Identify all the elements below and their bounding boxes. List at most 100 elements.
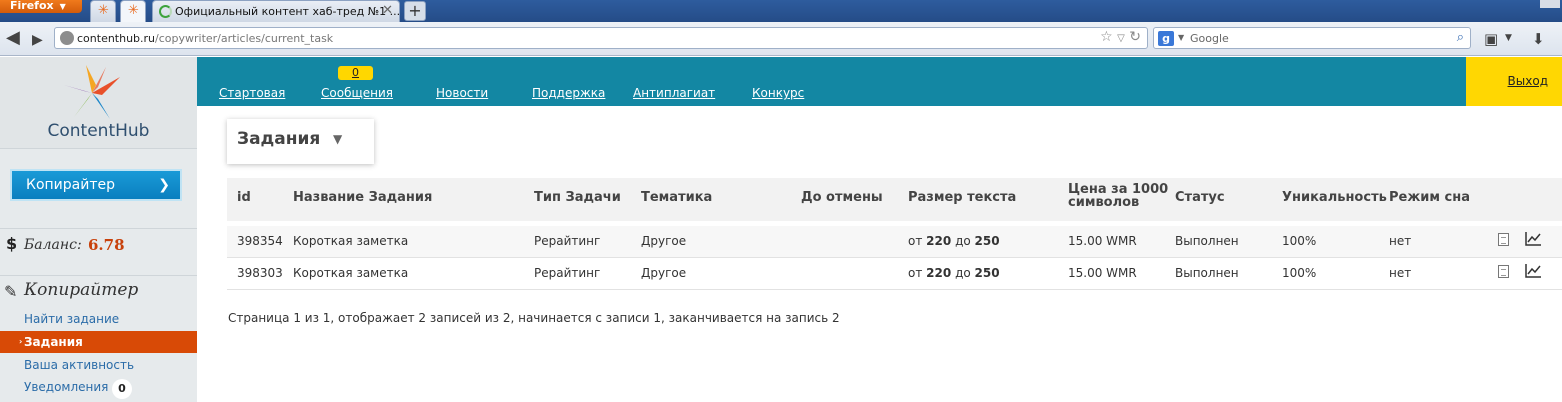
tasks-filter-dropdown[interactable]: Задания ▼ bbox=[227, 119, 374, 164]
nav-contest[interactable]: Конкурс bbox=[752, 86, 804, 100]
column-header-price-line2: символов bbox=[1068, 195, 1140, 210]
active-marker-icon: › bbox=[19, 337, 23, 346]
column-header-size[interactable]: Размер текста bbox=[908, 190, 1016, 205]
cell-size-min: 220 bbox=[926, 234, 952, 248]
bookmarks-menu-icon[interactable]: ▣ bbox=[1484, 30, 1498, 48]
sidebar: ContentHub Копирайтер ❯ $ Баланс: 6.78 ✎… bbox=[0, 57, 197, 402]
cell-type: Рерайтинг bbox=[534, 266, 601, 280]
column-header-type[interactable]: Тип Задачи bbox=[534, 190, 621, 205]
browser-tab-bar: Firefox ▼ ✳ ✳ Официальный контент хаб-тре… bbox=[0, 0, 1562, 22]
balance-label: Баланс: bbox=[24, 237, 82, 253]
cell-status: Выполнен bbox=[1175, 266, 1239, 280]
cell-size-max: 250 bbox=[974, 234, 1000, 248]
cell-size-to: до bbox=[955, 234, 971, 248]
table-row[interactable]: 398303 Короткая заметка Рерайтинг Другое… bbox=[227, 258, 1562, 290]
window-control[interactable] bbox=[1540, 0, 1560, 8]
cell-sleep: нет bbox=[1389, 234, 1412, 248]
cell-theme: Другое bbox=[641, 266, 687, 280]
chart-icon[interactable] bbox=[1525, 231, 1542, 246]
cell-size-from: от bbox=[908, 234, 923, 248]
page-title: Задания bbox=[237, 129, 321, 149]
column-header-price[interactable]: Цена за 1000 символов bbox=[1068, 183, 1168, 209]
document-icon[interactable] bbox=[1498, 265, 1509, 278]
pinned-tab-1[interactable]: ✳ bbox=[90, 0, 116, 22]
nav-messages[interactable]: Сообщения bbox=[321, 86, 393, 100]
nav-support[interactable]: Поддержка bbox=[532, 86, 605, 100]
search-placeholder: Google bbox=[1190, 32, 1229, 45]
cell-size: от 220 до 250 bbox=[908, 234, 1000, 248]
nav-antiplagiarism[interactable]: Антиплагиат bbox=[633, 86, 715, 100]
forward-arrow-icon[interactable]: ▶ bbox=[32, 30, 43, 50]
site-identity-icon bbox=[60, 31, 74, 45]
column-header-id[interactable]: id bbox=[237, 190, 251, 205]
pinned-tab-2[interactable]: ✳ bbox=[120, 0, 146, 22]
logo-area: ContentHub bbox=[0, 57, 197, 149]
column-header-uniqueness[interactable]: Уникальность bbox=[1282, 190, 1387, 205]
nav-news[interactable]: Новости bbox=[436, 86, 488, 100]
cell-price: 15.00 WMR bbox=[1068, 266, 1137, 280]
cell-sleep: нет bbox=[1389, 266, 1412, 280]
sidebar-item-tasks[interactable]: › Задания bbox=[0, 331, 197, 353]
column-header-theme[interactable]: Тематика bbox=[641, 190, 712, 205]
chart-icon[interactable] bbox=[1525, 263, 1542, 278]
cell-id: 398303 bbox=[237, 266, 283, 280]
url-bar-icons: ☆ ▽ ↻ bbox=[1100, 29, 1141, 45]
contenthub-favicon-icon: ✳ bbox=[128, 3, 139, 18]
cell-type: Рерайтинг bbox=[534, 234, 601, 248]
sidebar-item-activity[interactable]: Ваша активность bbox=[24, 358, 134, 372]
column-header-deadline[interactable]: До отмены bbox=[801, 190, 883, 205]
contenthub-favicon-icon: ✳ bbox=[98, 3, 109, 18]
back-arrow-icon[interactable]: ◀ bbox=[6, 28, 20, 48]
tab-close-icon[interactable]: ✕ bbox=[382, 3, 393, 18]
table-header: id Название Задания Тип Задачи Тематика … bbox=[227, 178, 1562, 221]
firefox-menu-button[interactable]: Firefox ▼ bbox=[0, 0, 82, 13]
section-title-text: Копирайтер bbox=[24, 280, 139, 300]
url-domain: contenthub.ru bbox=[77, 32, 156, 45]
reload-icon[interactable]: ↻ bbox=[1129, 29, 1141, 45]
cell-status: Выполнен bbox=[1175, 234, 1239, 248]
cell-name: Короткая заметка bbox=[293, 234, 409, 248]
balance: $ Баланс: 6.78 bbox=[0, 228, 197, 258]
bookmarks-dropdown-icon[interactable]: ▼ bbox=[1505, 33, 1512, 43]
bookmark-star-icon[interactable]: ☆ bbox=[1100, 29, 1113, 45]
cell-theme: Другое bbox=[641, 234, 687, 248]
search-bar[interactable]: g ▼ Google ⌕ bbox=[1153, 27, 1471, 49]
edit-icon: ✎ bbox=[4, 282, 18, 301]
search-icon[interactable]: ⌕ bbox=[1457, 30, 1464, 45]
cell-price: 15.00 WMR bbox=[1068, 234, 1137, 248]
downloads-icon[interactable]: ⬇ bbox=[1532, 30, 1545, 48]
pagination-info: Страница 1 из 1, отображает 2 записей из… bbox=[228, 311, 840, 325]
sidebar-item-find-task[interactable]: Найти задание bbox=[24, 312, 119, 326]
column-header-status[interactable]: Статус bbox=[1175, 190, 1225, 205]
url-path: /copywriter/articles/current_task bbox=[155, 32, 334, 45]
logout-link[interactable]: Выход bbox=[1508, 74, 1548, 88]
contenthub-logo-icon[interactable] bbox=[62, 63, 122, 121]
table-row[interactable]: 398354 Короткая заметка Рерайтинг Другое… bbox=[227, 226, 1562, 258]
chevron-down-icon: ❯ bbox=[158, 177, 170, 193]
exit-area: Выход bbox=[1466, 57, 1562, 106]
search-engine-dropdown-icon[interactable]: ▼ bbox=[1178, 33, 1184, 42]
loading-spinner-icon bbox=[159, 5, 172, 18]
cell-size-max: 250 bbox=[974, 266, 1000, 280]
cell-uniqueness: 100% bbox=[1282, 266, 1317, 280]
tab-title: Официальный контент хаб-тред №1 ... bbox=[175, 5, 401, 18]
top-navigation: Стартовая 0 Сообщения Новости Поддержка … bbox=[197, 57, 1466, 106]
messages-badge[interactable]: 0 bbox=[338, 66, 373, 80]
document-icon[interactable] bbox=[1498, 233, 1509, 246]
history-dropdown-icon[interactable]: ▽ bbox=[1117, 33, 1125, 44]
address-bar[interactable]: contenthub.ru/copywriter/articles/curren… bbox=[54, 27, 1148, 49]
sidebar-item-tasks-label: Задания bbox=[24, 335, 83, 349]
browser-tab[interactable]: Официальный контент хаб-тред №1 ... ✕ bbox=[152, 0, 400, 22]
cell-size-to: до bbox=[955, 266, 971, 280]
notifications-badge: 0 bbox=[112, 379, 132, 399]
new-tab-button[interactable]: + bbox=[404, 1, 426, 21]
sidebar-item-notifications[interactable]: Уведомления bbox=[24, 380, 108, 394]
column-header-sleep[interactable]: Режим сна bbox=[1389, 190, 1470, 205]
google-icon[interactable]: g bbox=[1158, 31, 1174, 46]
cell-size-min: 220 bbox=[926, 266, 952, 280]
column-header-name[interactable]: Название Задания bbox=[293, 190, 432, 205]
role-select[interactable]: Копирайтер ❯ bbox=[10, 169, 182, 201]
nav-home[interactable]: Стартовая bbox=[219, 86, 285, 100]
firefox-menu-label: Firefox bbox=[10, 0, 54, 12]
role-select-label: Копирайтер bbox=[26, 177, 115, 193]
